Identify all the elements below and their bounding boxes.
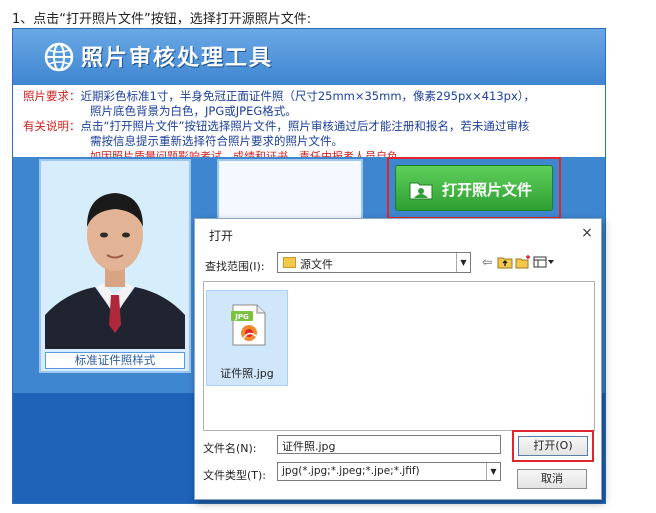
file-item[interactable]: JPG 证件照.jpg bbox=[206, 290, 288, 386]
uploaded-photo-preview bbox=[217, 159, 363, 221]
globe-icon bbox=[44, 42, 74, 72]
close-icon[interactable]: × bbox=[577, 223, 597, 243]
requirements-label: 照片要求： bbox=[23, 89, 81, 103]
cancel-button[interactable]: 取消 bbox=[517, 469, 587, 489]
notes-label: 有关说明： bbox=[23, 119, 81, 133]
new-folder-icon[interactable] bbox=[515, 254, 531, 270]
requirements-line-2: 照片底色背景为白色，JPG或JPEG格式。 bbox=[90, 104, 297, 118]
photo-folder-icon bbox=[409, 182, 433, 200]
dialog-title: 打开 bbox=[209, 229, 234, 243]
open-photo-file-label: 打开照片文件 bbox=[442, 181, 533, 199]
step-caption: 1、点击“打开照片文件”按钮，选择打开源照片文件: bbox=[12, 12, 312, 27]
sample-photo-frame: 标准证件照样式 bbox=[39, 159, 191, 373]
svg-text:JPG: JPG bbox=[234, 313, 249, 321]
look-in-value: 源文件 bbox=[300, 258, 333, 271]
sample-photo bbox=[45, 165, 185, 349]
file-name-input[interactable]: 证件照.jpg bbox=[277, 435, 501, 454]
app-title: 照片审核处理工具 bbox=[81, 46, 274, 71]
file-type-label: 文件类型(T): bbox=[203, 469, 267, 482]
open-photo-file-button[interactable]: 打开照片文件 bbox=[395, 165, 553, 211]
file-list: JPG 证件照.jpg bbox=[203, 281, 595, 431]
open-button[interactable]: 打开(O) bbox=[518, 436, 588, 456]
open-file-dialog: 打开 × 查找范围(I): 源文件 ▼ ⇦ JPG 证件照.jpg 文件名(N)… bbox=[194, 218, 602, 500]
chevron-down-icon[interactable]: ▼ bbox=[456, 253, 470, 272]
look-in-label: 查找范围(I): bbox=[205, 260, 265, 273]
notes-line-2: 需按信息提示重新选择符合照片要求的照片文件。 bbox=[90, 134, 343, 148]
file-type-value: jpg(*.jpg;*.jpeg;*.jpe;*.jfif) bbox=[282, 465, 420, 477]
back-arrow-icon[interactable]: ⇦ bbox=[479, 254, 495, 270]
open-button-highlight: 打开(O) bbox=[512, 430, 594, 462]
file-name-label: 证件照.jpg bbox=[220, 367, 274, 380]
sample-photo-caption: 标准证件照样式 bbox=[45, 352, 185, 369]
file-name-label-text: 文件名(N): bbox=[203, 442, 257, 455]
file-type-dropdown[interactable]: jpg(*.jpg;*.jpeg;*.jpe;*.jfif) ▼ bbox=[277, 462, 501, 481]
jpg-file-icon: JPG bbox=[231, 304, 266, 346]
folder-icon bbox=[283, 257, 296, 268]
up-folder-icon[interactable] bbox=[497, 254, 513, 270]
view-menu-icon[interactable] bbox=[533, 254, 555, 270]
photo-requirements-notice: 照片要求：近期彩色标准1寸，半身免冠正面证件照（尺寸25mm×35mm，像素29… bbox=[13, 85, 605, 163]
app-header: 照片审核处理工具 bbox=[13, 29, 605, 85]
notes-line-1: 点击“打开照片文件”按钮选择照片文件，照片审核通过后才能注册和报名，若未通过审核 bbox=[80, 119, 530, 133]
requirements-line-1: 近期彩色标准1寸，半身免冠正面证件照（尺寸25mm×35mm，像素295px×4… bbox=[80, 89, 536, 103]
open-photo-button-highlight: 打开照片文件 bbox=[387, 157, 561, 219]
look-in-dropdown[interactable]: 源文件 ▼ bbox=[277, 252, 471, 273]
chevron-down-icon[interactable]: ▼ bbox=[486, 463, 500, 480]
